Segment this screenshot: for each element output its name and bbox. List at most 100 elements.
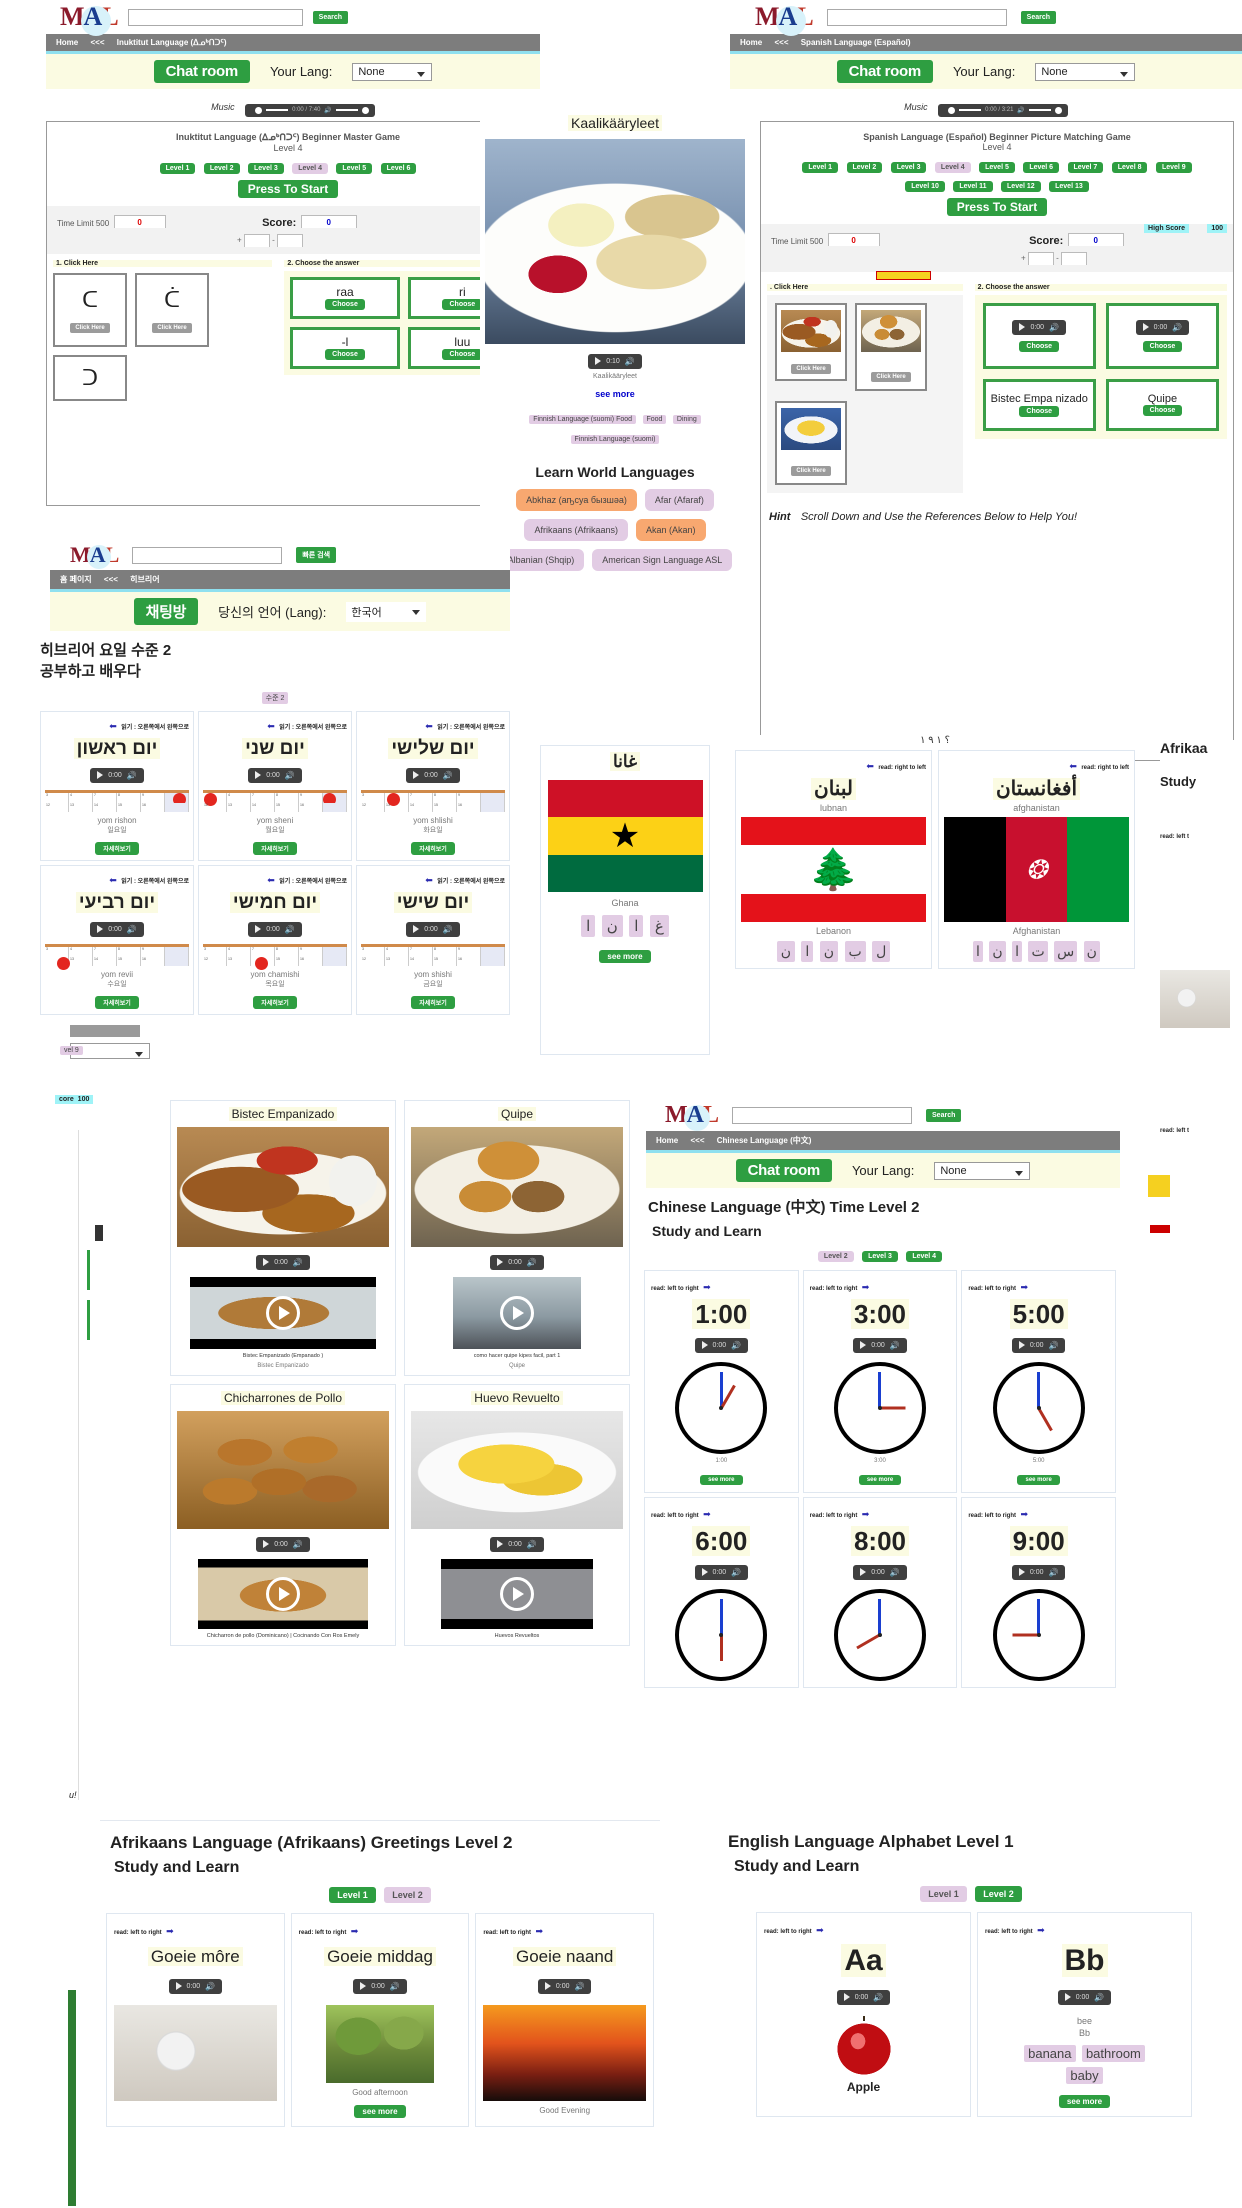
level-button-3[interactable]: Level 3 — [248, 162, 284, 174]
volume-icon[interactable]: 🔊 — [1094, 1993, 1104, 2002]
level-badge[interactable]: 수준 2 — [261, 692, 289, 704]
audio-player[interactable]: 0:00 🔊 — [248, 767, 302, 783]
nav-crumb[interactable]: 히브리어 — [130, 575, 159, 584]
food-card-chicharrones[interactable]: Chicharrones de Pollo 0:00 🔊 Chicharron d… — [170, 1384, 396, 1646]
play-overlay-icon[interactable] — [500, 1296, 534, 1330]
country-card-afghanistan[interactable]: ⬅ read: right to left أفغانستان afghanis… — [938, 750, 1135, 969]
picture-card[interactable]: Click Here — [855, 302, 927, 391]
see-more-button[interactable]: see more — [354, 2105, 406, 2118]
greeting-card[interactable]: read: left to right ➡ Goeie môre 0:00 🔊 — [106, 1913, 285, 2127]
example-word[interactable]: baby — [1066, 2067, 1103, 2084]
volume-icon[interactable]: 🔊 — [390, 1982, 400, 1991]
glyph-card[interactable]: ᑕ Click Here — [53, 272, 127, 347]
choose-button[interactable]: Choose — [1142, 340, 1183, 352]
play-overlay-icon[interactable] — [500, 1577, 534, 1611]
level-button-6[interactable]: Level 6 — [380, 162, 417, 174]
see-more-button[interactable]: 자세히보기 — [95, 842, 139, 855]
hebrew-card[interactable]: ⬅ 읽기 : 오른쪽에서 왼쪽으로 יום שני 0:00 🔊 4 7 8 9 12 13… — [198, 711, 352, 861]
volume-icon[interactable]: 🔊 — [205, 1982, 215, 1991]
language-chip-abkhaz[interactable]: Abkhaz (аҧсуа бызшәа) — [516, 489, 637, 511]
volume-icon[interactable]: 🔊 — [1172, 323, 1182, 332]
nav-crumb[interactable]: Inuktitut Language (ᐃᓄᒃᑎᑐᑦ) — [117, 38, 227, 47]
volume-icon[interactable]: 🔊 — [443, 771, 453, 780]
arabic-letter[interactable]: ن — [776, 941, 795, 962]
play-icon[interactable] — [175, 1982, 182, 1990]
audio-player[interactable]: 0:00 🔊 — [490, 1536, 544, 1552]
level-chip-partial[interactable]: vel 9 — [60, 1046, 83, 1055]
nav-crumb[interactable]: Chinese Language (中文) — [717, 1136, 812, 1145]
search-button[interactable]: 빠른 검색 — [296, 547, 337, 563]
level-button-13[interactable]: Level 13 — [1049, 180, 1089, 192]
audio-player[interactable]: 0:00 🔊 — [490, 1254, 544, 1270]
volume-icon[interactable]: 🔊 — [285, 771, 295, 780]
time-value[interactable]: 0 — [827, 232, 880, 246]
greeting-card[interactable]: read: left to right ➡ Goeie middag 0:00 🔊… — [290, 1913, 470, 2127]
see-more-button[interactable]: see more — [599, 950, 651, 963]
volume-icon[interactable]: 🔊 — [285, 925, 295, 934]
audio-player[interactable]: 0:10 🔊 — [588, 353, 642, 369]
level-button-2[interactable]: Level 2 — [975, 1886, 1022, 1902]
minus-input[interactable] — [277, 233, 304, 247]
answer-card-text[interactable]: Quipe Choose — [1105, 378, 1219, 431]
score-value[interactable]: 0 — [300, 214, 357, 228]
nav-home[interactable]: Home — [740, 38, 762, 47]
answer-card-audio[interactable]: 0:00 🔊 Choose — [1105, 302, 1219, 369]
level-button-4[interactable]: Level 4 — [292, 162, 328, 174]
language-chip-akan[interactable]: Akan (Akan) — [636, 519, 706, 541]
play-icon[interactable] — [97, 925, 104, 933]
audio-player[interactable]: 0:00 🔊 — [248, 921, 302, 937]
play-icon[interactable] — [1064, 1993, 1071, 2001]
panel-ghana-card[interactable]: غانا ★ Ghana ا ن ا غ see more — [540, 745, 710, 1055]
search-button[interactable]: Search — [1020, 10, 1057, 24]
play-overlay-icon[interactable] — [266, 1577, 300, 1611]
tag-item[interactable]: Finnish Language (suomi) Food — [529, 415, 637, 424]
arabic-letter[interactable]: ب — [844, 941, 866, 962]
audio-player[interactable]: 0:00 🔊 — [853, 1337, 907, 1353]
see-more-button[interactable]: see more — [1017, 1475, 1060, 1485]
level-button-3[interactable]: Level 3 — [862, 1251, 898, 1262]
play-icon[interactable] — [97, 771, 104, 779]
press-to-start-button[interactable]: Press To Start — [237, 179, 339, 198]
music-player[interactable]: 0:00 / 7:40 🔊 — [245, 103, 375, 117]
level-button-3[interactable]: Level 3 — [890, 161, 927, 173]
level-button-2[interactable]: Level 2 — [203, 162, 240, 174]
video-thumbnail[interactable] — [198, 1559, 368, 1629]
level-button-1[interactable]: Level 1 — [920, 1886, 967, 1902]
search-input[interactable] — [732, 1107, 913, 1124]
video-thumbnail[interactable] — [440, 1559, 594, 1629]
see-more-button[interactable]: 자세히보기 — [253, 996, 297, 1009]
answer-card[interactable]: raa Choose — [290, 276, 400, 319]
click-here-button[interactable]: Click Here — [791, 363, 831, 374]
level-button-2[interactable]: Level 2 — [846, 161, 883, 173]
volume-icon[interactable]: 🔊 — [574, 1982, 584, 1991]
arabic-letter[interactable]: س — [1054, 941, 1078, 962]
score-value[interactable]: 0 — [1067, 232, 1124, 246]
arabic-letter[interactable]: ا — [973, 941, 983, 962]
clock-card[interactable]: read: left to right ➡ 6:00 0:00 🔊 — [644, 1497, 799, 1688]
hebrew-card[interactable]: ⬅ 읽기 : 오른쪽에서 왼쪽으로 יום רביעי 0:00 🔊 347891… — [40, 865, 194, 1015]
search-input[interactable] — [826, 8, 1007, 26]
play-icon[interactable] — [1018, 1568, 1025, 1576]
see-more-button[interactable]: see more — [700, 1475, 743, 1485]
play-icon[interactable] — [544, 1982, 551, 1990]
play-icon[interactable] — [497, 1540, 504, 1548]
lang-select[interactable]: None — [1035, 62, 1136, 81]
food-card-quipe[interactable]: Quipe 0:00 🔊 como hacer quipe kipes facil… — [404, 1100, 630, 1376]
play-icon[interactable] — [497, 1258, 504, 1266]
play-icon[interactable] — [843, 1993, 850, 2001]
play-icon[interactable] — [860, 1568, 867, 1576]
arabic-letter[interactable]: ا — [629, 915, 644, 937]
minus-input[interactable] — [1061, 251, 1088, 265]
search-button[interactable]: Search — [312, 10, 349, 24]
click-here-button[interactable]: Click Here — [871, 371, 911, 382]
hebrew-card[interactable]: ⬅ 읽기 : 오른쪽에서 왼쪽으로 יום ראשון 0:00 🔊 347891… — [40, 711, 194, 861]
volume-icon[interactable]: 🔊 — [324, 107, 331, 114]
audio-player[interactable]: 0:00 🔊 — [256, 1536, 310, 1552]
audio-player[interactable]: 0:00 🔊 — [353, 1978, 407, 1994]
picture-card[interactable]: Click Here — [775, 400, 847, 485]
clock-card[interactable]: read: left to right ➡ 3:00 0:00 🔊 3:00 se… — [802, 1270, 958, 1493]
nav-crumb[interactable]: Spanish Language (Español) — [801, 38, 911, 47]
audio-player[interactable]: 0:00 🔊 — [1012, 319, 1067, 335]
hebrew-card[interactable]: ⬅ 읽기 : 오른쪽에서 왼쪽으로 יום שלישי 0:00 🔊 3 7 8 9 12… — [356, 711, 510, 861]
nav-home[interactable]: Home — [56, 38, 78, 47]
